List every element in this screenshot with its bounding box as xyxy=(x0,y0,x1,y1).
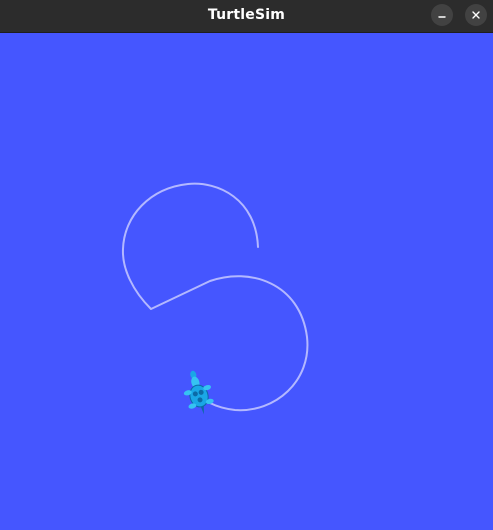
turtle-icon xyxy=(183,370,214,415)
turtlesim-window: TurtleSim xyxy=(0,0,493,530)
title-bar[interactable]: TurtleSim xyxy=(0,0,493,33)
window-title: TurtleSim xyxy=(207,7,286,23)
drawing-surface xyxy=(121,182,309,415)
turtle-canvas[interactable] xyxy=(0,33,493,530)
minimize-button[interactable] xyxy=(431,4,453,26)
close-button[interactable] xyxy=(465,4,487,26)
pen-trail xyxy=(121,182,309,412)
close-icon xyxy=(472,11,480,19)
minimize-icon xyxy=(438,16,446,18)
